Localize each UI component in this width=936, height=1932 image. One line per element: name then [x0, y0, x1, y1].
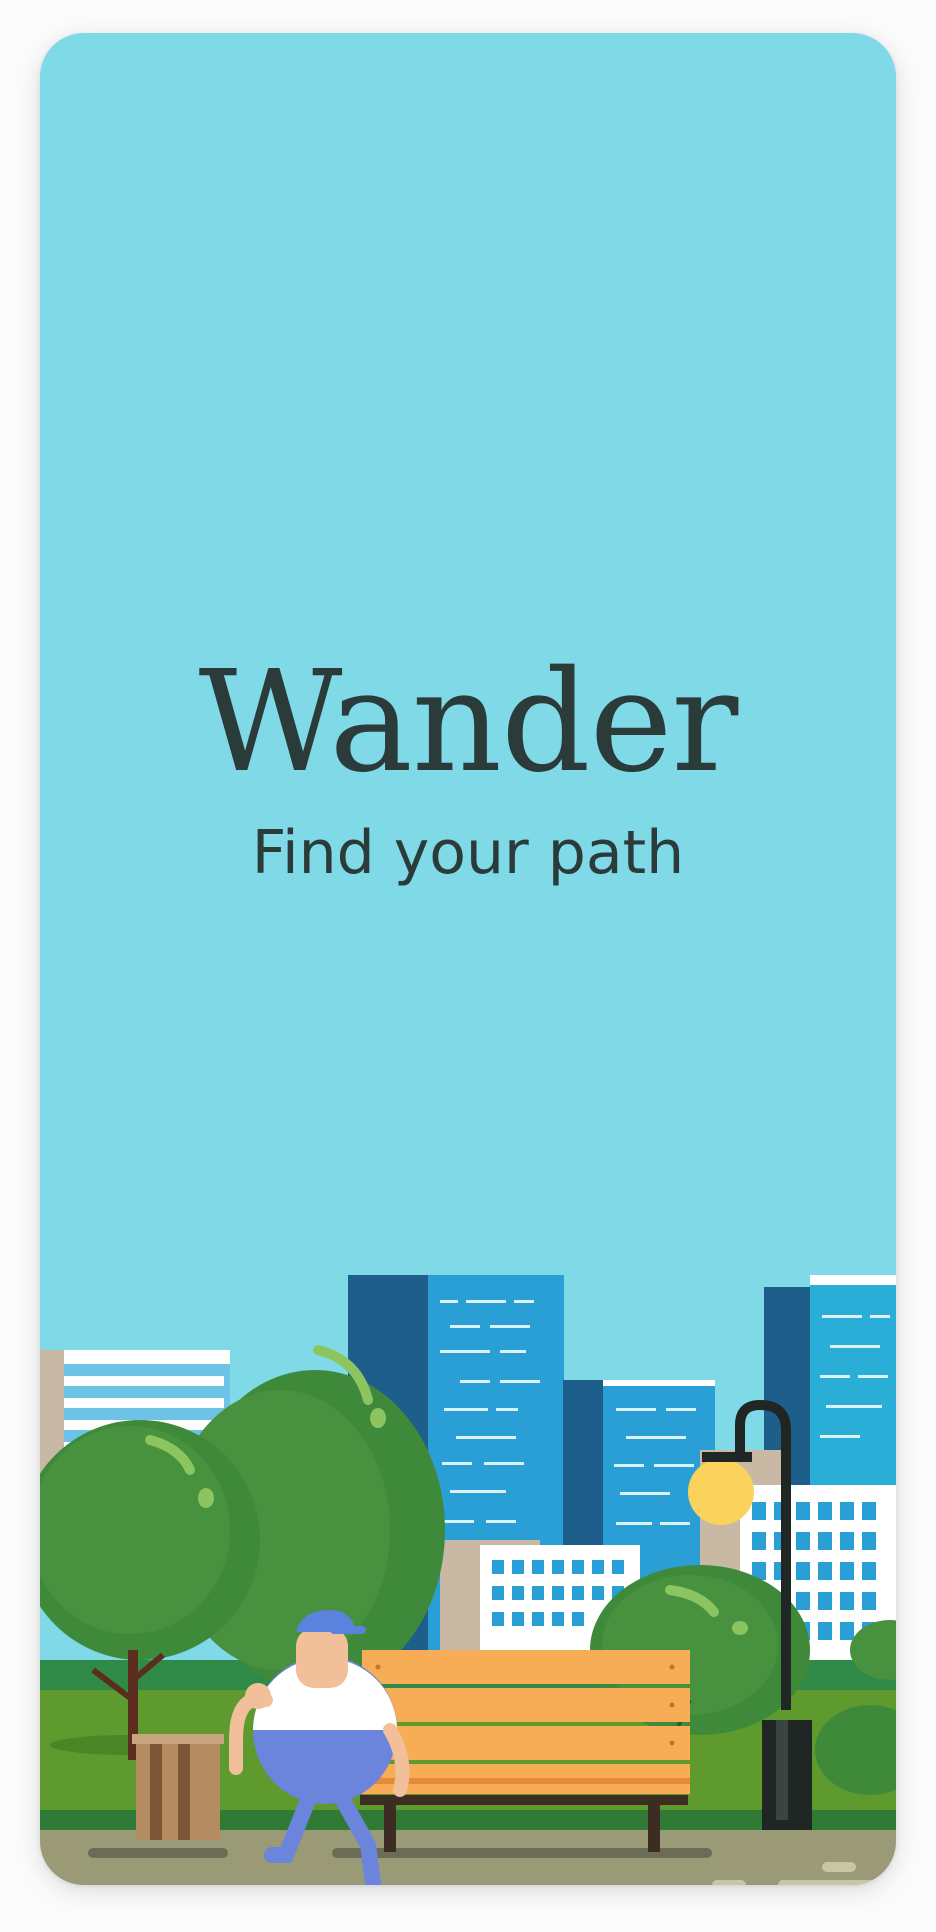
- brand-block: Wander Find your path: [40, 641, 896, 888]
- splash-screen: Wander Find your path: [40, 33, 896, 1885]
- app-title: Wander: [198, 641, 739, 804]
- city-park-illustration: [40, 1230, 896, 1885]
- trash-bin: [132, 1734, 224, 1840]
- app-tagline: Find your path: [251, 818, 685, 888]
